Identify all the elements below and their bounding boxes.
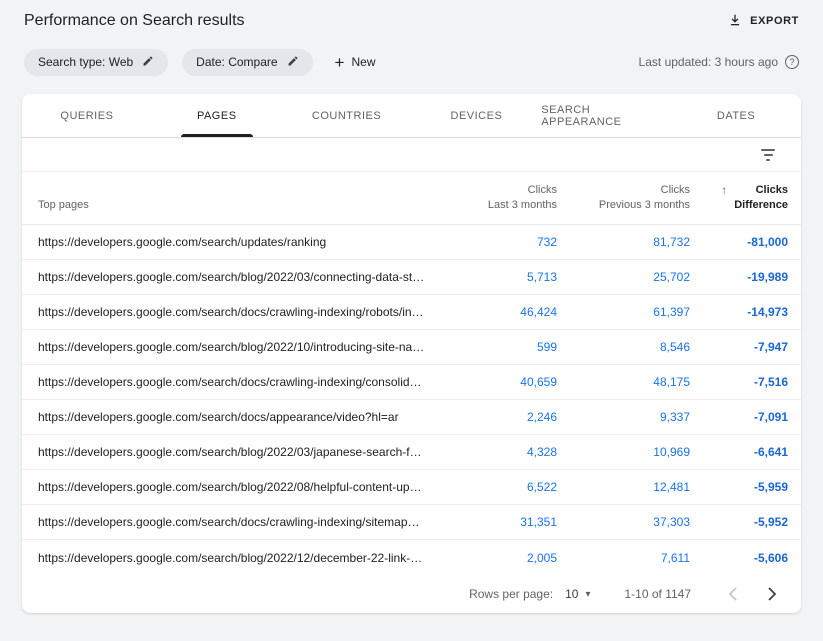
tab-dates[interactable]: DATES: [671, 94, 801, 137]
clicks-previous-3-months-value: 9,337: [557, 410, 690, 424]
rows-per-page-value: 10: [565, 587, 578, 601]
clicks-previous-3-months-value: 37,303: [557, 515, 690, 529]
clicks-last-3-months-value: 40,659: [437, 375, 557, 389]
export-button[interactable]: EXPORT: [728, 13, 799, 30]
clicks-difference-value: -7,947: [690, 340, 788, 354]
clicks-previous-3-months-value: 25,702: [557, 270, 690, 284]
table-row[interactable]: https://developers.google.com/search/doc…: [22, 365, 801, 400]
page-url[interactable]: https://developers.google.com/search/blo…: [38, 445, 437, 459]
clicks-previous-3-months-value: 81,732: [557, 235, 690, 249]
page-url[interactable]: https://developers.google.com/search/doc…: [38, 375, 437, 389]
last-updated-text: Last updated: 3 hours ago: [639, 55, 778, 69]
table-row[interactable]: https://developers.google.com/search/blo…: [22, 260, 801, 295]
clicks-last-3-months-value: 46,424: [437, 305, 557, 319]
clicks-last-3-months-value: 599: [437, 340, 557, 354]
clicks-difference-value: -19,989: [690, 270, 788, 284]
table-row[interactable]: https://developers.google.com/search/doc…: [22, 400, 801, 435]
column-header-line: Difference: [734, 198, 788, 213]
column-header-line: Clicks: [557, 183, 690, 198]
page-url[interactable]: https://developers.google.com/search/blo…: [38, 551, 437, 565]
table-row[interactable]: https://developers.google.com/search/blo…: [22, 540, 801, 575]
clicks-difference-value: -7,516: [690, 375, 788, 389]
clicks-previous-3-months-value: 10,969: [557, 445, 690, 459]
dropdown-arrow-icon: ▾: [585, 589, 590, 600]
pagination-bar: Rows per page: 10 ▾ 1-10 of 1147: [22, 575, 801, 613]
table-header: Top pages Clicks Last 3 months Clicks Pr…: [22, 172, 801, 225]
clicks-previous-3-months-value: 48,175: [557, 375, 690, 389]
clicks-last-3-months-value: 5,713: [437, 270, 557, 284]
search-type-chip-label: Search type: Web: [38, 55, 133, 69]
sort-ascending-icon: ↑: [721, 183, 727, 198]
next-page-button[interactable]: [761, 583, 783, 605]
last-updated: Last updated: 3 hours ago ?: [639, 55, 799, 69]
page-url[interactable]: https://developers.google.com/search/doc…: [38, 305, 437, 319]
new-filter-label: New: [351, 55, 375, 69]
clicks-last-3-months-value: 6,522: [437, 480, 557, 494]
date-compare-chip-label: Date: Compare: [196, 55, 277, 69]
rows-per-page-select[interactable]: 10 ▾: [565, 587, 590, 601]
clicks-last-3-months-value: 732: [437, 235, 557, 249]
plus-icon: +: [335, 54, 345, 71]
page-url[interactable]: https://developers.google.com/search/blo…: [38, 340, 437, 354]
tab-queries[interactable]: QUERIES: [22, 94, 152, 137]
top-bar: Performance on Search results EXPORT: [0, 0, 823, 42]
column-header-line: Last 3 months: [437, 198, 557, 213]
clicks-difference-value: -5,606: [690, 551, 788, 565]
edit-pencil-icon: [287, 55, 299, 70]
clicks-last-3-months-value: 2,005: [437, 551, 557, 565]
previous-page-button[interactable]: [721, 583, 743, 605]
table-row[interactable]: https://developers.google.com/search/blo…: [22, 435, 801, 470]
download-icon: [728, 13, 742, 30]
clicks-last-3-months-value: 4,328: [437, 445, 557, 459]
page-url[interactable]: https://developers.google.com/search/blo…: [38, 270, 437, 284]
column-header-clicks-difference[interactable]: ↑ Clicks Difference: [690, 183, 788, 213]
page-url[interactable]: https://developers.google.com/search/doc…: [38, 410, 437, 424]
page-url[interactable]: https://developers.google.com/search/upd…: [38, 235, 437, 249]
page-range-label: 1-10 of 1147: [625, 587, 692, 601]
table-row[interactable]: https://developers.google.com/search/blo…: [22, 470, 801, 505]
column-header-line: Clicks: [437, 183, 557, 198]
clicks-difference-value: -7,091: [690, 410, 788, 424]
clicks-difference-value: -5,959: [690, 480, 788, 494]
column-header-line: Clicks: [734, 183, 788, 198]
column-header-line: Previous 3 months: [557, 198, 690, 213]
clicks-previous-3-months-value: 7,611: [557, 551, 690, 565]
column-header-top-pages[interactable]: Top pages: [38, 198, 437, 213]
tab-countries[interactable]: COUNTRIES: [282, 94, 412, 137]
clicks-last-3-months-value: 2,246: [437, 410, 557, 424]
help-icon[interactable]: ?: [785, 55, 799, 69]
rows-per-page-label: Rows per page:: [469, 587, 553, 601]
column-header-clicks-last-3-months[interactable]: Clicks Last 3 months: [437, 183, 557, 213]
table-row[interactable]: https://developers.google.com/search/doc…: [22, 505, 801, 540]
tab-search-appearance[interactable]: SEARCH APPEARANCE: [541, 94, 671, 137]
table-row[interactable]: https://developers.google.com/search/upd…: [22, 225, 801, 260]
table-row[interactable]: https://developers.google.com/search/doc…: [22, 295, 801, 330]
date-compare-chip[interactable]: Date: Compare: [182, 49, 312, 76]
edit-pencil-icon: [142, 55, 154, 70]
clicks-difference-value: -14,973: [690, 305, 788, 319]
table-row[interactable]: https://developers.google.com/search/blo…: [22, 330, 801, 365]
export-label: EXPORT: [750, 15, 799, 27]
page-title: Performance on Search results: [24, 12, 245, 30]
table-toolbar: [22, 138, 801, 172]
report-card: QUERIES PAGES COUNTRIES DEVICES SEARCH A…: [22, 94, 801, 613]
tab-pages[interactable]: PAGES: [152, 94, 282, 137]
page-url[interactable]: https://developers.google.com/search/doc…: [38, 515, 437, 529]
tab-bar: QUERIES PAGES COUNTRIES DEVICES SEARCH A…: [22, 94, 801, 138]
clicks-difference-value: -6,641: [690, 445, 788, 459]
search-type-chip[interactable]: Search type: Web: [24, 49, 168, 76]
page-url[interactable]: https://developers.google.com/search/blo…: [38, 480, 437, 494]
clicks-difference-value: -81,000: [690, 235, 788, 249]
clicks-previous-3-months-value: 8,546: [557, 340, 690, 354]
tab-devices[interactable]: DEVICES: [411, 94, 541, 137]
filter-chip-bar: Search type: Web Date: Compare + New Las…: [0, 42, 823, 82]
table-body: https://developers.google.com/search/upd…: [22, 225, 801, 575]
clicks-previous-3-months-value: 12,481: [557, 480, 690, 494]
clicks-difference-value: -5,952: [690, 515, 788, 529]
column-header-clicks-previous-3-months[interactable]: Clicks Previous 3 months: [557, 183, 690, 213]
filter-list-icon[interactable]: [757, 145, 779, 165]
clicks-previous-3-months-value: 61,397: [557, 305, 690, 319]
new-filter-button[interactable]: + New: [335, 54, 376, 71]
clicks-last-3-months-value: 31,351: [437, 515, 557, 529]
